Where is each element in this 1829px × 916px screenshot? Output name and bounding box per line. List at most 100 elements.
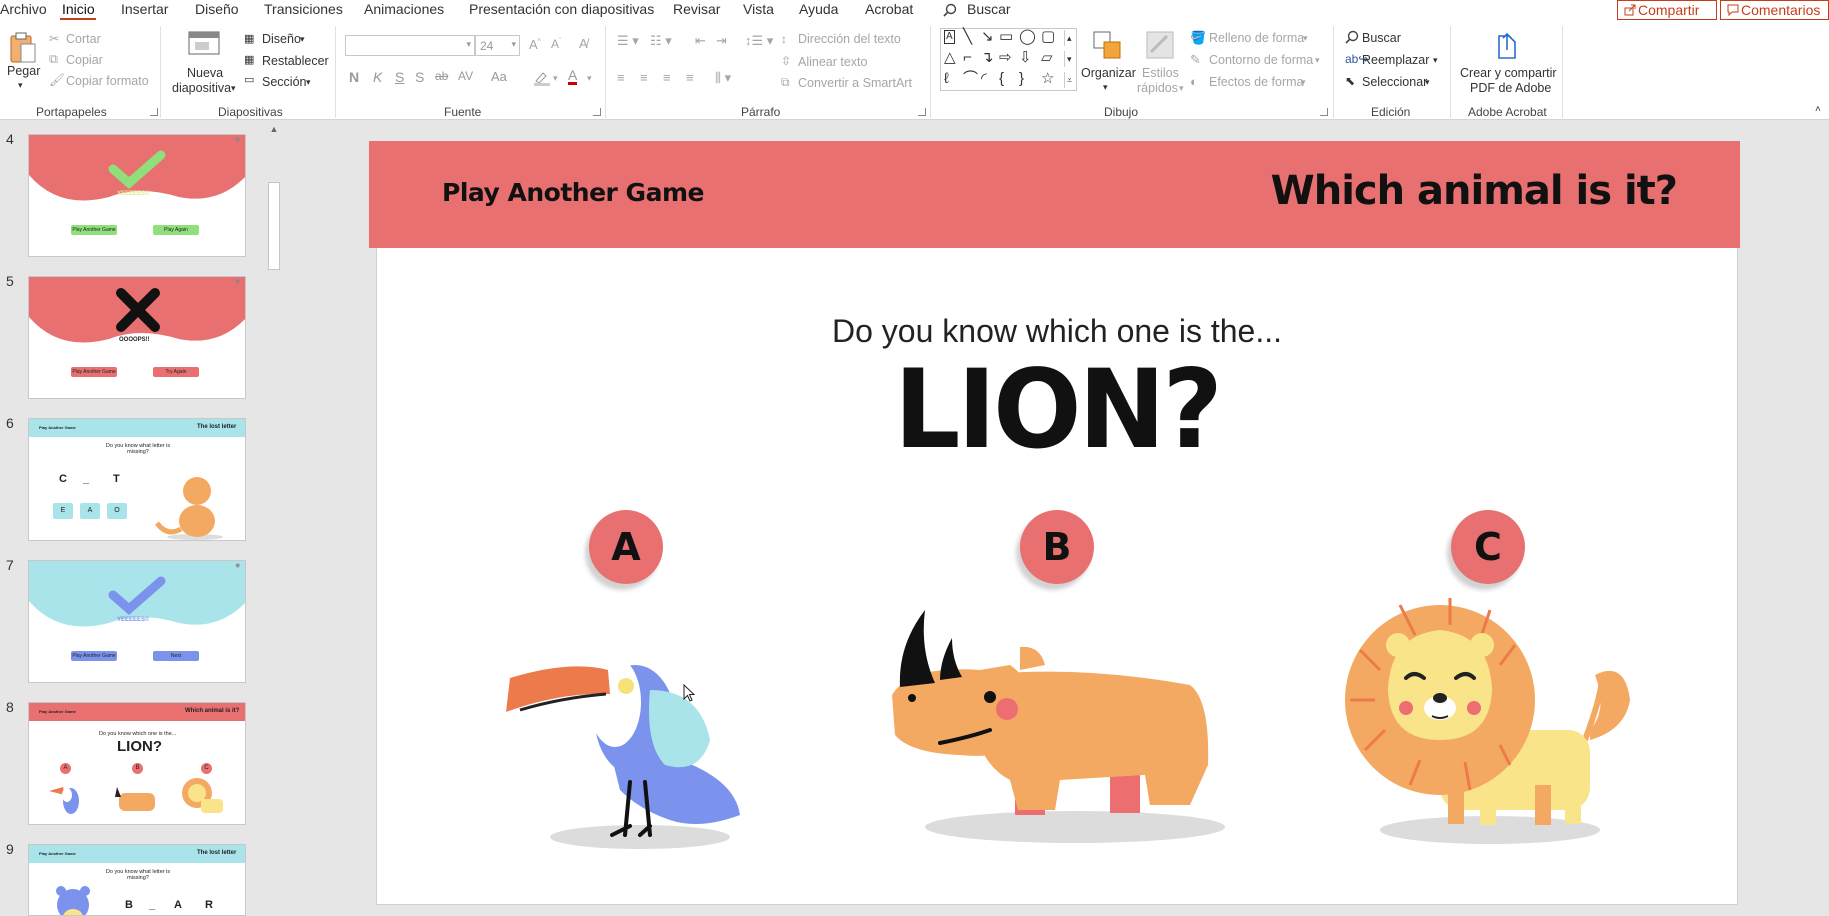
share-button[interactable]: Compartir <box>1617 0 1717 20</box>
strikethrough-button[interactable]: ab <box>435 69 448 83</box>
brace-right-shape-icon[interactable]: } <box>1019 71 1024 87</box>
freeform-shape-icon[interactable]: ℓ <box>944 71 949 87</box>
align-right-icon[interactable]: ≡ <box>663 70 671 85</box>
align-center-icon[interactable]: ≡ <box>640 70 648 85</box>
highlight-dropdown-icon[interactable]: ▾ <box>553 73 558 84</box>
menu-archivo[interactable]: Archivo <box>0 1 47 17</box>
thumbnail-slide-7[interactable]: YEEEEES!! Play Another Game Next ◉ <box>28 560 246 683</box>
paste-icon[interactable] <box>9 30 37 66</box>
vertical-scrollbar[interactable] <box>1818 121 1829 916</box>
triangle-shape-icon[interactable]: △ <box>944 50 956 66</box>
justify-icon[interactable]: ≡ <box>686 70 694 85</box>
font-launcher-icon[interactable] <box>593 108 601 116</box>
curve-shape-icon[interactable]: ⌒ <box>963 71 978 87</box>
thumbnail-slide-9[interactable]: Play Another Game The lost letter Do you… <box>28 844 246 916</box>
shapes-gallery[interactable]: A ╲ ↘ ▭ ◯ ▢ △ ⌐ ↴ ⇨ ⇩ ▱ ℓ ⌒ ◜ { } ☆ ▴ ▾ … <box>940 28 1077 91</box>
thumbnail-slide-6[interactable]: Play Another Game The lost letter Do you… <box>28 418 246 541</box>
font-color-icon[interactable]: A <box>568 68 578 85</box>
format-painter-button[interactable]: Copiar formato <box>66 74 149 88</box>
gallery-down-icon[interactable]: ▾ <box>1064 51 1072 67</box>
menu-vista[interactable]: Vista <box>743 1 774 17</box>
text-direction-button[interactable]: Dirección del texto <box>798 32 901 46</box>
paragraph-launcher-icon[interactable] <box>918 108 926 116</box>
right-arrow-shape-icon[interactable]: ⇨ <box>999 50 1012 66</box>
align-text-button[interactable]: Alinear texto <box>798 55 867 69</box>
tell-me-search[interactable]: Buscar <box>967 1 1011 17</box>
underline-button[interactable]: S <box>395 69 404 85</box>
down-arrow-shape-icon[interactable]: ⇩ <box>1019 50 1032 66</box>
cut-button[interactable]: Cortar <box>66 32 101 46</box>
increase-font-icon[interactable]: A^ <box>529 37 541 52</box>
replace-dropdown-icon[interactable]: ▾ <box>1433 55 1438 66</box>
star-shape-icon[interactable]: ☆ <box>1041 71 1054 87</box>
lion-illustration[interactable] <box>1340 590 1640 855</box>
arrow-line-shape-icon[interactable]: ↘ <box>981 29 994 45</box>
quick-styles-label-2[interactable]: rápidos <box>1137 81 1178 95</box>
numbering-icon[interactable]: ☷ ▾ <box>650 33 672 49</box>
shape-effects-dropdown-icon[interactable]: ▾ <box>1301 77 1306 88</box>
font-name-combo[interactable]: ▾ <box>345 35 475 56</box>
font-size-dropdown-icon[interactable]: ▾ <box>511 39 516 50</box>
arrange-button[interactable]: Organizar <box>1081 66 1136 80</box>
quick-styles-dropdown-icon[interactable]: ▾ <box>1179 83 1184 94</box>
create-pdf-label-2[interactable]: PDF de Adobe <box>1470 81 1551 95</box>
elbow-connector-icon[interactable]: ⌐ <box>963 50 972 66</box>
create-pdf-icon[interactable] <box>1495 30 1523 62</box>
copy-button[interactable]: Copiar <box>66 53 103 67</box>
italic-button[interactable]: K <box>373 69 382 85</box>
gallery-up-icon[interactable]: ▴ <box>1064 30 1072 46</box>
rhino-illustration[interactable] <box>890 605 1240 855</box>
arrange-icon[interactable] <box>1092 30 1124 62</box>
thumbnail-slide-8[interactable]: Play Another Game Which animal is it? Do… <box>28 702 246 825</box>
bold-button[interactable]: N <box>349 69 359 85</box>
oval-shape-icon[interactable]: ◯ <box>1019 29 1036 45</box>
bullets-icon[interactable]: ☰ ▾ <box>617 33 639 49</box>
font-color-dropdown-icon[interactable]: ▾ <box>587 73 592 84</box>
shadow-button[interactable]: S <box>415 69 424 85</box>
new-slide-icon[interactable] <box>187 30 221 58</box>
menu-transiciones[interactable]: Transiciones <box>264 1 343 17</box>
clipboard-launcher-icon[interactable] <box>150 108 158 116</box>
shape-outline-dropdown-icon[interactable]: ▾ <box>1315 55 1320 66</box>
layout-button[interactable]: Diseño <box>262 32 301 46</box>
curved-connector-icon[interactable]: ↴ <box>981 50 994 66</box>
drawing-launcher-icon[interactable] <box>1320 108 1328 116</box>
decrease-font-icon[interactable]: Aˇ <box>551 37 561 51</box>
menu-ayuda[interactable]: Ayuda <box>799 1 838 17</box>
increase-indent-icon[interactable]: ⇥ <box>716 33 727 49</box>
replace-button[interactable]: Reemplazar <box>1362 53 1429 67</box>
shape-outline-button[interactable]: Contorno de forma <box>1209 53 1313 67</box>
thumbnail-slide-4[interactable]: YEEEEES!! Play Another Game Play Again ◉ <box>28 134 246 257</box>
new-slide-label-1[interactable]: Nueva <box>187 66 223 80</box>
menu-insertar[interactable]: Insertar <box>121 1 168 17</box>
comments-button[interactable]: Comentarios <box>1720 0 1829 20</box>
menu-inicio[interactable]: Inicio <box>62 1 95 17</box>
paste-dropdown-icon[interactable]: ▾ <box>18 80 23 91</box>
textbox-shape-icon[interactable]: A <box>944 30 955 44</box>
font-size-combo[interactable]: 24 ▾ <box>475 35 520 56</box>
char-spacing-button[interactable]: AV <box>458 69 473 83</box>
option-c-button[interactable]: C <box>1451 510 1525 584</box>
thumbnails-scroll-thumb[interactable] <box>268 182 280 270</box>
line-spacing-icon[interactable]: ↕☰ ▾ <box>745 33 773 49</box>
flowchart-shape-icon[interactable]: ▱ <box>1041 50 1053 66</box>
new-slide-label-2[interactable]: diapositiva <box>172 81 231 95</box>
toucan-illustration[interactable] <box>500 630 750 855</box>
new-slide-dropdown-icon[interactable]: ▾ <box>231 83 236 94</box>
arc-shape-icon[interactable]: ◜ <box>981 71 987 87</box>
paste-button[interactable]: Pegar <box>7 64 40 78</box>
font-name-dropdown-icon[interactable]: ▾ <box>466 39 471 50</box>
shape-fill-dropdown-icon[interactable]: ▾ <box>1303 33 1308 44</box>
highlight-icon[interactable] <box>533 70 551 86</box>
arrange-dropdown-icon[interactable]: ▾ <box>1103 82 1108 93</box>
shape-fill-button[interactable]: Relleno de forma <box>1209 31 1304 45</box>
rectangle-shape-icon[interactable]: ▭ <box>999 29 1013 45</box>
rounded-rect-shape-icon[interactable]: ▢ <box>1041 29 1055 45</box>
align-left-icon[interactable]: ≡ <box>617 70 625 85</box>
collapse-ribbon-icon[interactable]: ˄ <box>1815 104 1821 115</box>
option-b-button[interactable]: B <box>1020 510 1094 584</box>
line-shape-icon[interactable]: ╲ <box>963 29 972 45</box>
quick-styles-icon[interactable] <box>1145 30 1175 62</box>
decrease-indent-icon[interactable]: ⇤ <box>695 33 706 49</box>
brace-left-shape-icon[interactable]: { <box>999 71 1004 87</box>
